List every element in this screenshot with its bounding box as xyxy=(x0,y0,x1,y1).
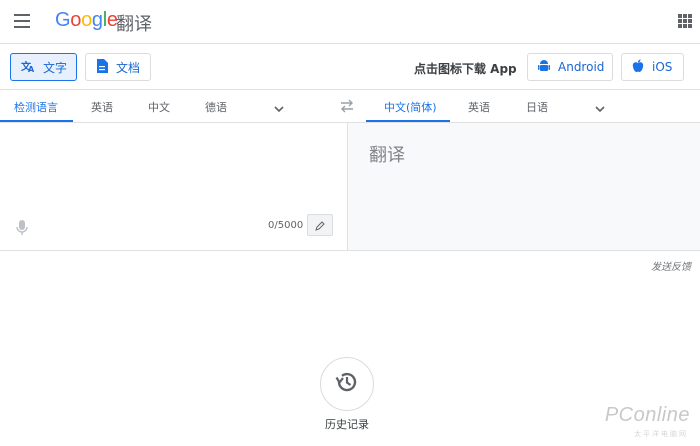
microphone-icon[interactable] xyxy=(15,219,29,237)
swap-languages-icon[interactable] xyxy=(338,98,356,114)
pencil-icon xyxy=(315,216,325,235)
chevron-down-icon[interactable] xyxy=(594,100,606,113)
pconline-watermark-sub: 太平洋电脑网 xyxy=(634,430,688,438)
logo-letter: G xyxy=(55,9,71,31)
history-icon xyxy=(334,369,360,399)
text-mode-button[interactable]: 文A 文字 xyxy=(10,53,77,81)
source-lang-chinese[interactable]: 中文 xyxy=(148,99,170,115)
pconline-watermark: PConline xyxy=(604,404,690,426)
android-icon xyxy=(538,59,550,76)
ios-app-button[interactable]: iOS xyxy=(621,53,684,81)
source-text-input[interactable] xyxy=(12,135,332,215)
target-lang-chinese-simplified[interactable]: 中文(简体) xyxy=(384,99,437,115)
document-mode-button[interactable]: 文档 xyxy=(85,53,151,81)
send-feedback-link[interactable]: 发送反馈 xyxy=(651,258,691,273)
product-name: 翻译 xyxy=(116,14,152,35)
logo-letter: o xyxy=(81,9,92,31)
android-label: Android xyxy=(558,60,605,74)
android-app-button[interactable]: Android xyxy=(527,53,613,81)
hamburger-menu-icon[interactable] xyxy=(14,14,30,28)
source-panel: 0/5000 xyxy=(0,123,347,251)
source-lang-german[interactable]: 德语 xyxy=(205,99,227,115)
apple-icon xyxy=(632,59,644,76)
handwriting-button[interactable] xyxy=(307,214,333,236)
chevron-down-icon[interactable] xyxy=(273,100,285,113)
logo-letter: g xyxy=(91,9,103,31)
history-label: 历史记录 xyxy=(325,418,369,431)
source-lang-english[interactable]: 英语 xyxy=(91,99,113,115)
source-lang-detect[interactable]: 检测语言 xyxy=(14,99,58,115)
google-logo[interactable]: Google xyxy=(55,9,118,32)
language-bar: 检测语言 英语 中文 德语 中文(简体) 英语 日语 xyxy=(0,90,700,123)
svg-text:A: A xyxy=(28,65,35,73)
document-mode-label: 文档 xyxy=(116,60,141,75)
translation-placeholder: 翻译 xyxy=(369,145,405,166)
translate-icon: 文A xyxy=(21,59,35,76)
target-panel: 翻译 xyxy=(347,123,700,251)
top-bar: Google 翻译 xyxy=(0,0,700,44)
target-lang-japanese[interactable]: 日语 xyxy=(526,99,548,115)
target-lang-underline xyxy=(366,120,450,122)
logo-letter: o xyxy=(70,9,82,31)
target-lang-english[interactable]: 英语 xyxy=(468,99,490,115)
character-count: 0/5000 xyxy=(268,220,304,231)
ios-label: iOS xyxy=(652,60,673,74)
document-icon xyxy=(96,58,108,76)
history-button[interactable] xyxy=(320,357,374,411)
apps-grid-icon[interactable] xyxy=(678,14,692,28)
app-download-promo: 点击图标下载 App xyxy=(414,62,517,76)
text-mode-label: 文字 xyxy=(43,60,68,75)
source-lang-underline xyxy=(0,120,73,122)
mode-bar: 文A 文字 文档 点击图标下载 App Android iOS xyxy=(0,44,700,90)
